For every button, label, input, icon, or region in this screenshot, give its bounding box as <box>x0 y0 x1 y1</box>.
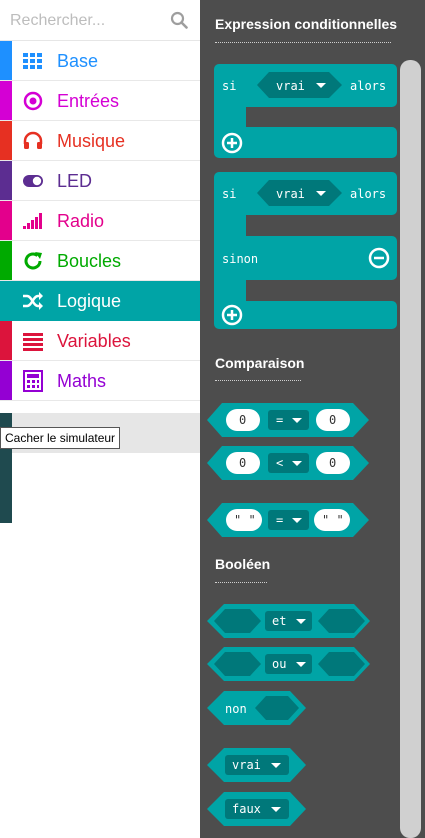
string-value: " " <box>234 513 256 527</box>
keyword-sinon: sinon <box>222 252 258 266</box>
compare-equal-block[interactable]: 0 = 0 <box>207 403 369 437</box>
or-block[interactable]: ou <box>207 647 370 681</box>
operator-lt: < <box>276 456 283 470</box>
number-value: 0 <box>239 456 246 470</box>
keyword-si: si <box>222 79 236 93</box>
if-then-else-block[interactable]: si vrai alors sinon <box>214 172 397 329</box>
operator-ou: ou <box>272 657 286 671</box>
compare-less-block[interactable]: 0 < 0 <box>207 446 369 480</box>
keyword-non: non <box>225 702 247 716</box>
number-value: 0 <box>239 413 246 427</box>
not-block[interactable]: non <box>207 691 306 725</box>
operator-eq: = <box>276 413 283 427</box>
true-dropdown[interactable]: vrai <box>257 72 342 98</box>
false-block[interactable]: faux <box>207 792 306 826</box>
value-faux: faux <box>232 802 261 816</box>
string-value: " " <box>322 513 344 527</box>
compare-string-block[interactable]: " " = " " <box>207 503 369 537</box>
operator-et: et <box>272 614 286 628</box>
number-value: 0 <box>329 456 336 470</box>
true-dropdown[interactable]: vrai <box>257 180 342 206</box>
operator-dropdown[interactable] <box>268 453 309 473</box>
value-vrai: vrai <box>232 758 261 772</box>
operator-dropdown[interactable] <box>268 410 309 430</box>
keyword-alors: alors <box>350 79 386 93</box>
keyword-alors: alors <box>350 187 386 201</box>
value-vrai: vrai <box>276 187 305 201</box>
operator-dropdown[interactable] <box>268 510 309 530</box>
keyword-si: si <box>222 187 236 201</box>
true-block[interactable]: vrai <box>207 748 306 782</box>
and-block[interactable]: et <box>207 604 370 638</box>
number-value: 0 <box>329 413 336 427</box>
value-vrai: vrai <box>276 79 305 93</box>
block-canvas: si vrai alors si vrai alors sinon 0 = 0 … <box>207 64 397 826</box>
if-then-block[interactable]: si vrai alors <box>214 64 397 158</box>
operator-eq: = <box>276 513 283 527</box>
